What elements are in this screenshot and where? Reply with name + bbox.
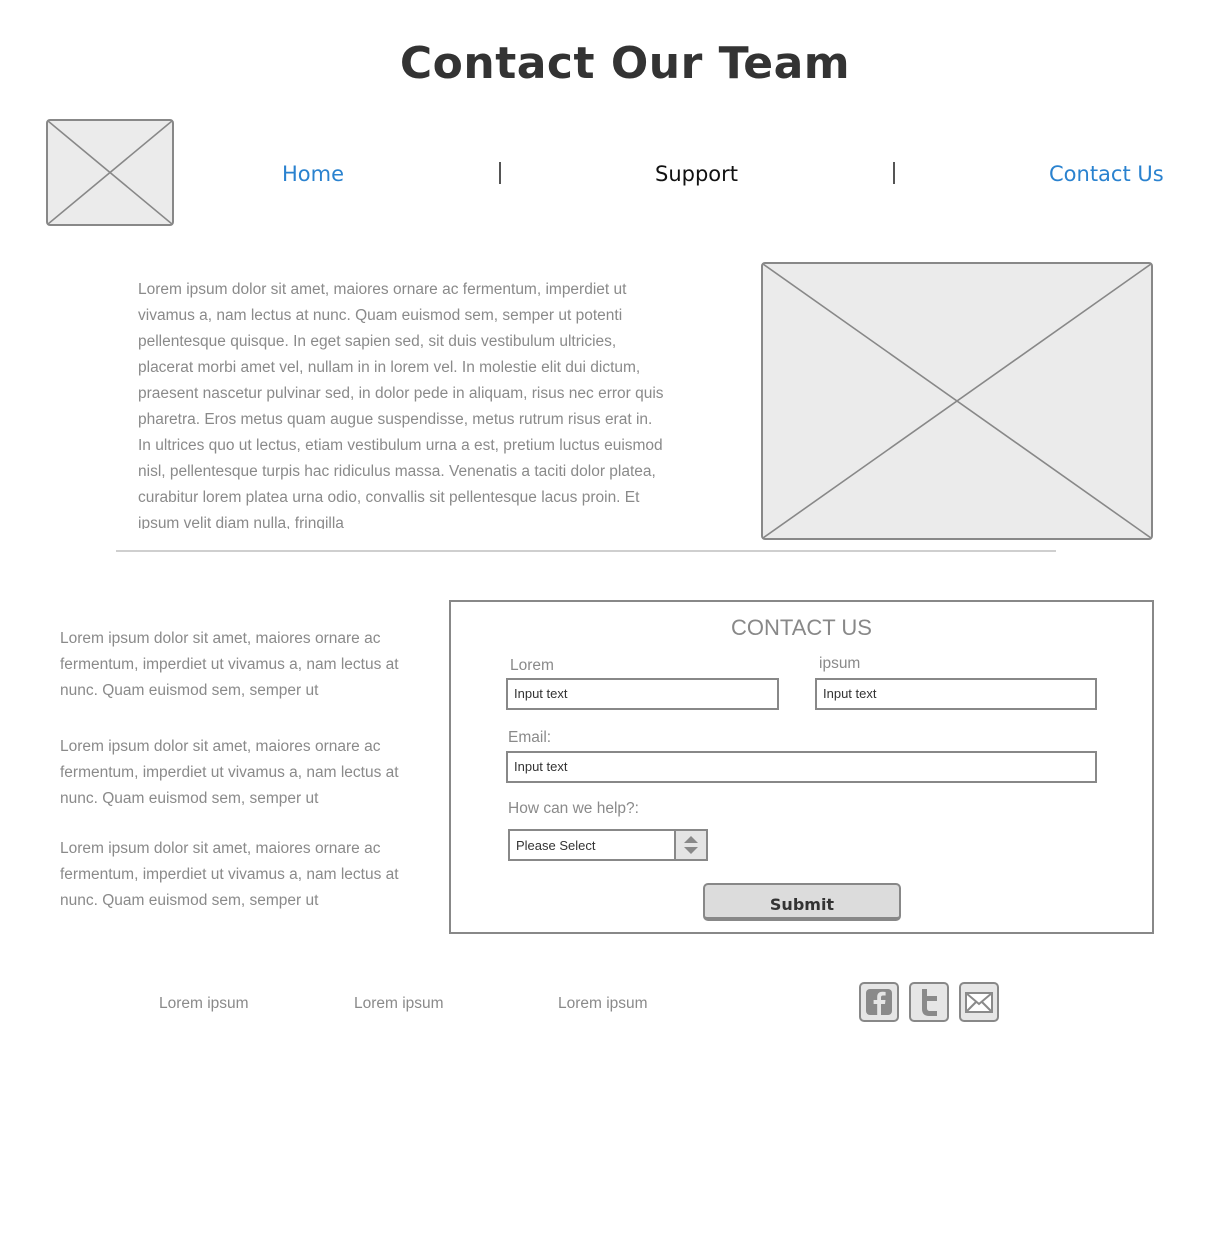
help-label: How can we help?: — [508, 800, 639, 817]
section-divider — [116, 550, 1056, 552]
side-paragraph: Lorem ipsum dolor sit amet, maiores orna… — [60, 630, 399, 699]
twitter-icon[interactable] — [909, 982, 949, 1022]
field1-label: Lorem — [510, 657, 554, 674]
select-arrows-icon[interactable] — [674, 831, 706, 859]
field2-label: ipsum — [819, 655, 861, 672]
email-label: Email: — [508, 729, 552, 746]
nav-support-link[interactable]: Support — [655, 162, 738, 186]
help-select-value: Please Select — [516, 838, 596, 853]
email-input[interactable]: Input text — [506, 751, 1097, 783]
facebook-icon[interactable] — [859, 982, 899, 1022]
nav-home-link[interactable]: Home — [282, 162, 344, 186]
footer-link[interactable]: Lorem ipsum — [159, 995, 249, 1013]
field2-input[interactable]: Input text — [815, 678, 1097, 710]
hero-image-placeholder — [761, 262, 1153, 540]
side-paragraph: Lorem ipsum dolor sit amet, maiores orna… — [60, 738, 399, 807]
footer-link[interactable]: Lorem ipsum — [558, 995, 648, 1013]
footer-link[interactable]: Lorem ipsum — [354, 995, 444, 1013]
field1-input[interactable]: Input text — [506, 678, 779, 710]
nav-separator — [893, 162, 895, 184]
nav-separator — [499, 162, 501, 184]
nav-contact-link[interactable]: Contact Us — [1049, 162, 1164, 186]
email-icon[interactable] — [959, 982, 999, 1022]
form-title: CONTACT US — [731, 615, 872, 640]
help-select[interactable]: Please Select — [508, 829, 708, 861]
page-title: Contact Our Team — [399, 38, 851, 89]
side-paragraph: Lorem ipsum dolor sit amet, maiores orna… — [60, 840, 399, 909]
logo-image-placeholder — [46, 119, 174, 226]
submit-button[interactable]: Submit — [703, 883, 901, 921]
intro-paragraph: Lorem ipsum dolor sit amet, maiores orna… — [138, 281, 664, 529]
